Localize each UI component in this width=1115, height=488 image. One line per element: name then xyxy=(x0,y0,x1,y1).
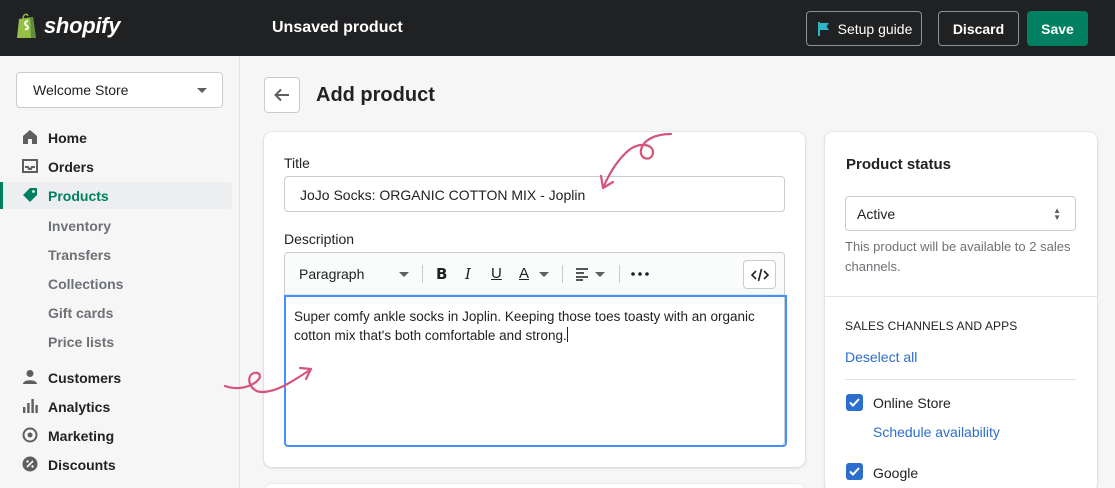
sidebar-subitem-inventory[interactable]: Inventory xyxy=(48,218,111,234)
google-label: Google xyxy=(873,465,919,481)
more-options-icon[interactable] xyxy=(631,272,649,276)
store-selector[interactable]: Welcome Store xyxy=(16,72,223,108)
editor-toolbar: Paragraph B I U A xyxy=(285,253,784,295)
title-input[interactable]: JoJo Socks: ORGANIC COTTON MIX - Joplin xyxy=(284,176,785,212)
status-value: Active xyxy=(857,206,896,222)
person-icon xyxy=(23,370,37,384)
toolbar-divider xyxy=(422,265,423,283)
online-store-checkbox[interactable] xyxy=(846,394,863,411)
chevron-down-icon xyxy=(595,272,605,277)
chevron-down-icon xyxy=(399,272,409,277)
sidebar-subitem-gift-cards[interactable]: Gift cards xyxy=(48,305,113,321)
top-bar: shopify Unsaved product Setup guide Disc… xyxy=(0,0,1115,56)
shopify-logo[interactable]: shopify xyxy=(16,12,120,40)
checkmark-icon xyxy=(849,398,860,407)
toolbar-divider xyxy=(562,265,563,283)
annotation-arrow-icon xyxy=(223,366,313,394)
save-button[interactable]: Save xyxy=(1027,11,1088,46)
select-arrows-icon: ▲ ▼ xyxy=(1053,206,1061,222)
sales-channels-heading: SALES CHANNELS AND APPS xyxy=(845,319,1018,333)
sidebar-item-label: Customers xyxy=(48,369,122,386)
setup-guide-label: Setup guide xyxy=(837,20,913,37)
sidebar-item-label: Home xyxy=(48,129,87,146)
sidebar-item-label: Analytics xyxy=(48,398,111,415)
bar-chart-icon xyxy=(23,399,38,413)
discount-icon xyxy=(22,456,38,472)
store-name: Welcome Store xyxy=(33,82,129,98)
italic-icon[interactable]: I xyxy=(465,265,471,283)
online-store-label: Online Store xyxy=(873,395,951,411)
page-status-title: Unsaved product xyxy=(272,19,403,36)
sidebar-item-home[interactable]: Home xyxy=(0,124,232,151)
status-help-text: This product will be available to 2 sale… xyxy=(845,239,1071,274)
sidebar-item-orders[interactable]: Orders xyxy=(0,153,232,180)
sidebar-item-marketing[interactable]: Marketing xyxy=(0,422,232,449)
section-divider xyxy=(845,379,1076,380)
sidebar-item-label: Orders xyxy=(48,158,94,175)
google-checkbox[interactable] xyxy=(846,463,863,480)
orders-icon xyxy=(22,159,38,173)
description-text: Super comfy ankle socks in Joplin. Keepi… xyxy=(294,309,755,343)
description-editor: Paragraph B I U A Super comfy ankle sock… xyxy=(284,252,787,447)
next-card-edge xyxy=(264,484,805,488)
sidebar-item-products[interactable]: Products xyxy=(0,182,232,209)
page-title: Add product xyxy=(316,84,435,106)
code-view-button[interactable] xyxy=(743,260,776,289)
description-label: Description xyxy=(284,231,355,247)
format-select[interactable]: Paragraph xyxy=(299,266,364,282)
code-icon xyxy=(750,268,769,281)
sidebar-item-discounts[interactable]: Discounts xyxy=(0,451,232,478)
sidebar-item-customers[interactable]: Customers xyxy=(0,364,232,391)
sidebar-subitem-collections[interactable]: Collections xyxy=(48,276,123,292)
brand-name: shopify xyxy=(44,13,121,38)
title-label: Title xyxy=(284,155,310,171)
target-icon xyxy=(22,427,38,443)
back-button[interactable] xyxy=(264,77,300,113)
status-select[interactable]: Active ▲ ▼ xyxy=(845,196,1076,231)
sidebar-item-label: Products xyxy=(48,187,109,204)
bold-icon[interactable]: B xyxy=(436,265,447,283)
underline-icon[interactable]: U xyxy=(491,265,502,282)
section-divider xyxy=(825,296,1097,297)
chevron-down-icon xyxy=(197,88,207,93)
deselect-all-link[interactable]: Deselect all xyxy=(845,349,917,365)
annotation-arrow-icon xyxy=(599,132,673,190)
checkmark-icon xyxy=(849,467,860,476)
text-cursor xyxy=(566,327,568,342)
flag-icon xyxy=(817,21,829,36)
product-status-title: Product status xyxy=(846,156,952,173)
sidebar-subitem-price-lists[interactable]: Price lists xyxy=(48,334,114,350)
toolbar-divider xyxy=(619,265,620,283)
shopify-bag-icon xyxy=(17,13,36,38)
text-color-icon[interactable]: A xyxy=(519,265,529,282)
discard-button[interactable]: Discard xyxy=(938,11,1019,46)
arrow-left-icon xyxy=(274,88,289,102)
sidebar-subitem-transfers[interactable]: Transfers xyxy=(48,247,111,263)
schedule-availability-link[interactable]: Schedule availability xyxy=(873,424,1000,440)
sidebar-item-analytics[interactable]: Analytics xyxy=(0,393,232,420)
home-icon xyxy=(23,130,37,144)
chevron-down-icon xyxy=(539,272,549,277)
align-left-icon[interactable] xyxy=(575,267,589,281)
setup-guide-button[interactable]: Setup guide xyxy=(806,11,922,46)
sidebar-item-label: Discounts xyxy=(48,456,116,473)
tag-icon xyxy=(23,188,37,202)
description-textarea[interactable]: Super comfy ankle socks in Joplin. Keepi… xyxy=(284,295,787,447)
sidebar-item-label: Marketing xyxy=(48,427,115,444)
